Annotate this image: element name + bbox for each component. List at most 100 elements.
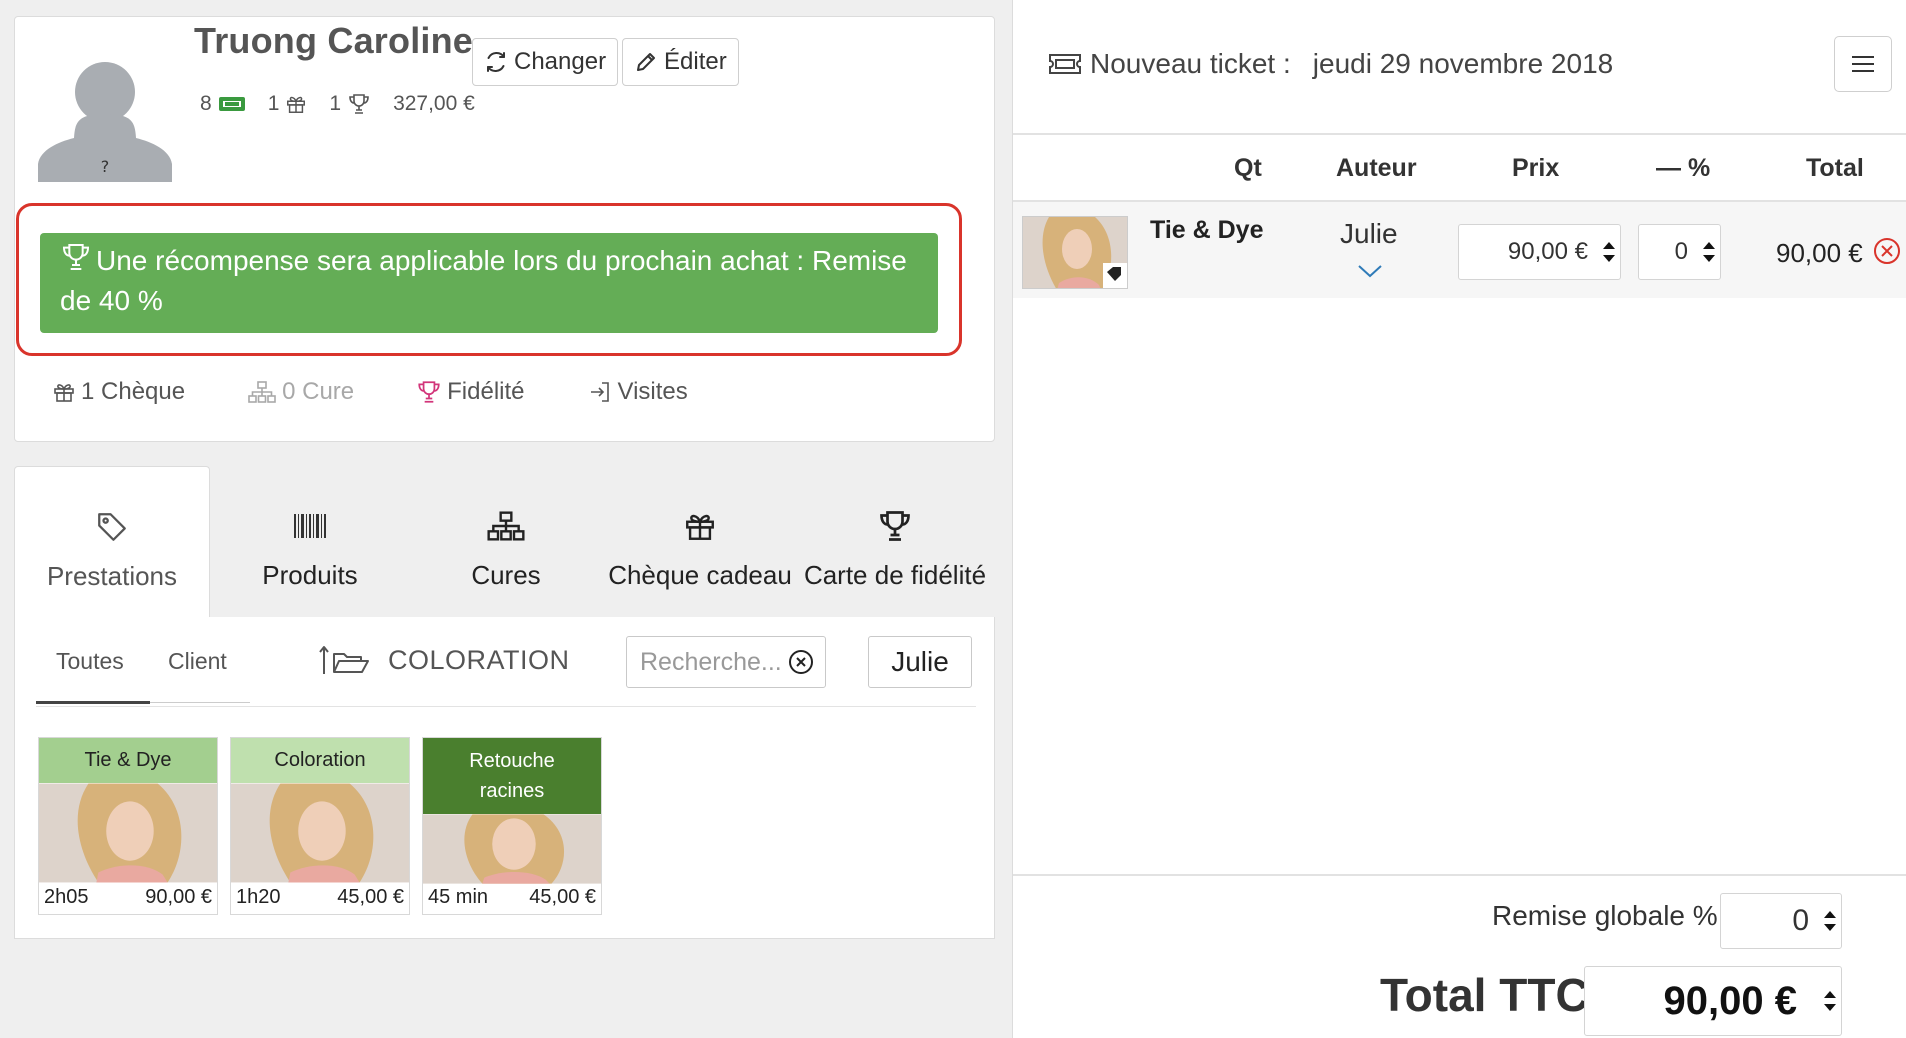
tab-produits[interactable]: Produits — [212, 466, 408, 618]
service-photo — [39, 783, 217, 883]
stat-gifts: 1 — [268, 92, 308, 116]
trophy-icon — [877, 506, 913, 546]
cheque-link[interactable]: 1 Chèque — [52, 378, 185, 406]
service-card-coloration[interactable]: Coloration 1h20 45,00 € — [230, 737, 410, 915]
line-total: 90,00 € — [1776, 238, 1863, 268]
client-links: 1 Chèque 0 Cure Fidélité Visites — [52, 378, 750, 406]
service-name: Tie & Dye — [84, 749, 172, 771]
ticket-footer-divider — [1013, 874, 1906, 876]
trophy-icon — [60, 241, 92, 273]
ticket-date: jeudi 29 novembre 2018 — [1312, 48, 1614, 79]
change-client-button[interactable]: Changer — [472, 38, 619, 86]
service-name: Coloration — [274, 749, 366, 771]
category-up-button[interactable]: COLORATION — [318, 644, 570, 676]
global-discount-label: Remise globale % — [1492, 900, 1718, 931]
reward-message: Une récompense sera applicable lors du p… — [60, 245, 907, 316]
sitemap-icon — [486, 506, 526, 546]
col-prix: Prix — [1512, 154, 1560, 182]
stat-tickets: 8 — [200, 92, 246, 116]
stat-rewards: 1 — [329, 92, 371, 116]
clear-search-icon[interactable] — [787, 648, 815, 676]
tab-cheque-cadeau[interactable]: Chèque cadeau — [602, 466, 798, 618]
global-discount-stepper[interactable] — [1819, 894, 1841, 948]
ticket-green-icon — [218, 94, 246, 114]
global-discount-input[interactable]: 0 — [1720, 893, 1842, 949]
employee-select-button[interactable]: Julie — [868, 636, 972, 688]
change-client-label: Changer — [514, 48, 607, 75]
menu-button[interactable] — [1834, 36, 1892, 92]
service-card-retouche-racines[interactable]: Retouche racines 45 min 45,00 € — [422, 737, 602, 915]
col-auteur: Auteur — [1336, 154, 1417, 182]
catalog-divider — [36, 706, 976, 707]
col-remise: — % — [1656, 154, 1711, 182]
edit-client-label: Éditer — [664, 48, 727, 75]
sitemap-icon — [247, 380, 277, 404]
stat-rewards-value: 1 — [329, 92, 342, 115]
tab-cures-label: Cures — [471, 560, 541, 590]
service-price: 45,00 € — [337, 886, 404, 908]
cure-link[interactable]: 0 Cure — [247, 378, 354, 406]
barcode-icon — [293, 506, 327, 546]
line-discount-input[interactable]: 0 — [1638, 224, 1721, 280]
tab-prestations-label: Prestations — [46, 561, 178, 591]
filter-client[interactable]: Client — [168, 648, 227, 675]
tag-icon — [95, 507, 129, 547]
hamburger-icon — [1850, 53, 1876, 75]
service-photo — [231, 783, 409, 883]
filter-divider — [150, 702, 250, 703]
tab-cures[interactable]: Cures — [408, 466, 604, 618]
search-placeholder: Recherche... — [640, 647, 782, 676]
ticket-icon — [1048, 52, 1082, 76]
col-total: Total — [1806, 154, 1864, 182]
tab-cheque-cadeau-label: Chèque cadeau — [608, 560, 792, 590]
gift-icon — [683, 506, 717, 546]
remove-line-icon[interactable] — [1872, 236, 1902, 266]
edit-client-button[interactable]: Éditer — [622, 38, 739, 86]
stat-amount: 327,00 € — [393, 92, 475, 115]
service-card-tie-dye[interactable]: Tie & Dye 2h05 90,00 € — [38, 737, 218, 915]
fidelite-link[interactable]: Fidélité — [416, 378, 525, 406]
search-input[interactable]: Recherche... — [626, 636, 826, 688]
sign-in-icon — [587, 380, 613, 404]
category-label: COLORATION — [388, 644, 570, 675]
service-duration: 2h05 — [44, 886, 89, 908]
filter-toutes[interactable]: Toutes — [56, 648, 124, 675]
service-duration: 45 min — [428, 886, 489, 908]
service-card-head: Retouche racines — [423, 738, 601, 814]
line-author[interactable]: Julie — [1340, 218, 1398, 250]
service-card-footer: 1h20 45,00 € — [231, 881, 409, 914]
service-card-footer: 2h05 90,00 € — [39, 881, 217, 914]
avatar: ? — [38, 52, 172, 182]
service-card-head: Coloration — [231, 738, 409, 783]
active-filter-indicator — [36, 701, 150, 704]
tab-carte-fidelite[interactable]: Carte de fidélité — [797, 466, 993, 618]
service-price: 90,00 € — [145, 886, 212, 908]
trophy-icon — [416, 379, 442, 405]
client-stats: 8 1 1 327,00 € — [200, 92, 497, 116]
service-name: Retouche racines — [469, 750, 555, 802]
tab-carte-fidelite-label: Carte de fidélité — [803, 560, 987, 590]
chevron-down-icon[interactable] — [1356, 262, 1384, 280]
line-name: Tie & Dye — [1150, 216, 1264, 244]
line-price-input[interactable]: 90,00 € — [1458, 224, 1621, 280]
line-thumbnail — [1022, 216, 1128, 289]
gift-icon — [52, 380, 76, 404]
service-photo — [423, 814, 601, 884]
service-card-footer: 45 min 45,00 € — [423, 881, 601, 914]
global-discount-value: 0 — [1792, 904, 1809, 937]
total-ttc-input[interactable]: 90,00 € — [1584, 966, 1842, 1036]
price-stepper[interactable] — [1598, 225, 1620, 279]
total-stepper[interactable] — [1819, 967, 1841, 1035]
stat-gifts-value: 1 — [267, 92, 280, 115]
fidelite-link-label: Fidélité — [447, 378, 525, 405]
svg-text:?: ? — [101, 157, 110, 176]
ticket-header-divider — [1013, 133, 1906, 135]
visites-link[interactable]: Visites — [587, 378, 688, 406]
client-name: Truong Caroline — [194, 20, 474, 61]
gift-icon — [285, 93, 307, 115]
reward-alert: Une récompense sera applicable lors du p… — [40, 233, 938, 333]
col-qt: Qt — [1234, 154, 1262, 182]
discount-stepper[interactable] — [1698, 225, 1720, 279]
tab-prestations[interactable]: Prestations — [14, 466, 210, 618]
total-ttc-label: Total TTC — [1380, 969, 1589, 1021]
